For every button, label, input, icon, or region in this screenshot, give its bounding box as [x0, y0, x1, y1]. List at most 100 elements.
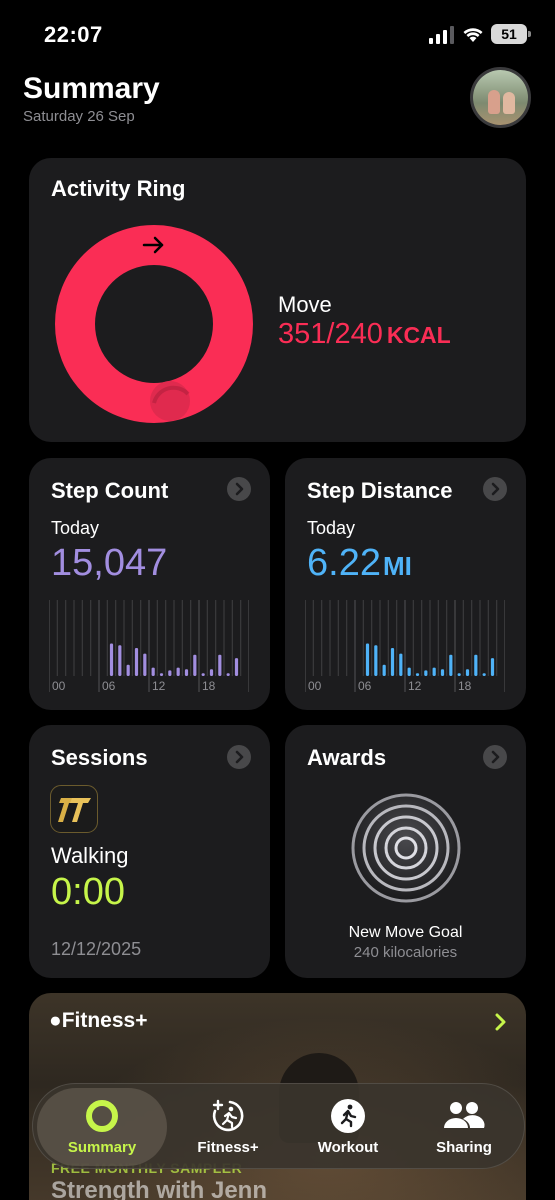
- step-distance-title: Step Distance: [307, 478, 453, 503]
- page-date: Saturday 26 Sep: [23, 108, 135, 125]
- chart-bar: [234, 658, 239, 676]
- sessions-card[interactable]: Sessions Walking 0:00 12/12/2025: [29, 725, 270, 978]
- tab-label: Summary: [67, 1139, 137, 1156]
- activity-ring-card[interactable]: Activity Ring Move 351/240 KCAL: [29, 158, 526, 442]
- step-count-chevron-button[interactable]: [227, 477, 251, 501]
- step-distance-chevron-button[interactable]: [483, 477, 507, 501]
- move-ring: [55, 225, 253, 423]
- chart-bar: [440, 669, 445, 676]
- chart-bar: [365, 643, 370, 676]
- apple-logo-icon: ●: [49, 1009, 62, 1032]
- session-app-icon: [50, 785, 98, 833]
- move-ring-track: [55, 225, 253, 423]
- chart-tick-label: 06: [358, 679, 372, 693]
- workout-runner-icon: [331, 1099, 365, 1133]
- profile-avatar[interactable]: [470, 67, 531, 128]
- chart-tick-label: 12: [408, 679, 422, 693]
- tab-bar: Summary Fitness+ Workout Sharing: [32, 1083, 525, 1169]
- tab-fitness-plus[interactable]: Fitness+: [173, 1084, 283, 1170]
- activity-ring-title: Activity Ring: [51, 176, 186, 201]
- chart-bar: [424, 670, 428, 676]
- move-label: Move: [278, 292, 332, 317]
- step-distance-period: Today: [307, 518, 356, 538]
- avatar-photo: [473, 70, 528, 125]
- move-value-number: 351/240: [278, 318, 383, 350]
- step-distance-number: 6.22: [307, 542, 381, 584]
- page-title: Summary: [23, 72, 160, 105]
- chart-tick-label: 00: [52, 679, 66, 693]
- chart-bar: [118, 645, 122, 676]
- tab-summary[interactable]: Summary: [37, 1088, 167, 1166]
- chart-bar: [474, 654, 478, 676]
- chevron-right-icon: [235, 482, 244, 496]
- chart-tick-label: 18: [458, 679, 472, 693]
- step-distance-unit: MI: [382, 551, 412, 581]
- chart-bar: [407, 667, 411, 676]
- chevron-right-icon: [491, 750, 500, 764]
- chart-tick-label: 18: [202, 679, 216, 693]
- move-unit: KCAL: [386, 322, 451, 348]
- session-app-logo-icon: [58, 798, 91, 822]
- activity-ring-icon: [86, 1100, 118, 1132]
- status-time: 22:07: [44, 22, 103, 47]
- step-count-chart: 00 06 12 18: [49, 600, 249, 693]
- chart-bar: [218, 654, 222, 676]
- chart-bar: [226, 673, 230, 676]
- chart-bar: [209, 669, 214, 676]
- move-value: 351/240 KCAL: [278, 318, 451, 351]
- fitness-plus-logo: ●Fitness+: [49, 1009, 147, 1033]
- chart-bar: [374, 645, 378, 676]
- session-activity: Walking: [51, 843, 129, 868]
- awards-card[interactable]: Awards New Move Goal 240 kilocalories: [285, 725, 526, 978]
- chart-tick-label: 12: [152, 679, 166, 693]
- chart-bar: [184, 669, 189, 676]
- chart-bar: [143, 653, 147, 676]
- chart-bar: [151, 667, 155, 676]
- step-count-value: 15,047: [51, 542, 168, 584]
- chart-tick-label: 06: [102, 679, 116, 693]
- tab-label: Fitness+: [197, 1139, 259, 1156]
- move-goal-award-icon: [351, 793, 461, 903]
- avatar-figure: [503, 92, 515, 114]
- step-count-period: Today: [51, 518, 100, 538]
- chart-bar: [449, 654, 453, 676]
- chart-bar: [159, 673, 164, 676]
- chart-bar: [390, 648, 395, 676]
- step-distance-card[interactable]: Step Distance Today 6.22MI 00 06 12 18: [285, 458, 526, 710]
- chart-bar: [109, 643, 114, 676]
- session-duration: 0:00: [51, 871, 125, 913]
- step-distance-value: 6.22MI: [307, 542, 412, 585]
- tab-label: Workout: [317, 1139, 379, 1156]
- chart-bar: [168, 670, 172, 676]
- chart-tick-label: 00: [308, 679, 322, 693]
- battery-indicator: 51: [491, 24, 531, 44]
- cellular-signal-icon: [429, 26, 454, 44]
- chevron-right-icon: [491, 482, 500, 496]
- awards-title: Awards: [307, 745, 387, 770]
- chart-bar: [399, 653, 403, 676]
- chevron-right-icon[interactable]: [491, 1011, 511, 1033]
- sessions-chevron-button[interactable]: [227, 745, 251, 769]
- tab-workout[interactable]: Workout: [289, 1084, 407, 1170]
- tab-sharing[interactable]: Sharing: [409, 1084, 519, 1170]
- tab-label: Sharing: [436, 1139, 492, 1156]
- fitness-plus-logo-text: Fitness+: [61, 1009, 148, 1032]
- step-distance-chart: 00 06 12 18: [305, 600, 505, 693]
- chart-bar: [482, 673, 486, 676]
- promo-title: Strength with Jenn: [51, 1177, 267, 1200]
- session-date: 12/12/2025: [51, 939, 142, 959]
- award-name: New Move Goal: [348, 924, 463, 941]
- chart-bar: [176, 667, 180, 676]
- chart-bar: [382, 664, 386, 676]
- chart-bar: [126, 664, 130, 676]
- chevron-right-icon: [235, 750, 244, 764]
- chart-bar: [432, 667, 436, 676]
- awards-chevron-button[interactable]: [483, 745, 507, 769]
- sessions-title: Sessions: [51, 745, 148, 770]
- step-count-card[interactable]: Step Count Today 15,047 00 06 12 18: [29, 458, 270, 710]
- step-count-title: Step Count: [51, 478, 169, 503]
- status-bar: 22:07 51: [0, 0, 555, 62]
- chart-bar: [457, 673, 461, 676]
- avatar-figure: [488, 90, 500, 114]
- chart-bar: [490, 658, 495, 676]
